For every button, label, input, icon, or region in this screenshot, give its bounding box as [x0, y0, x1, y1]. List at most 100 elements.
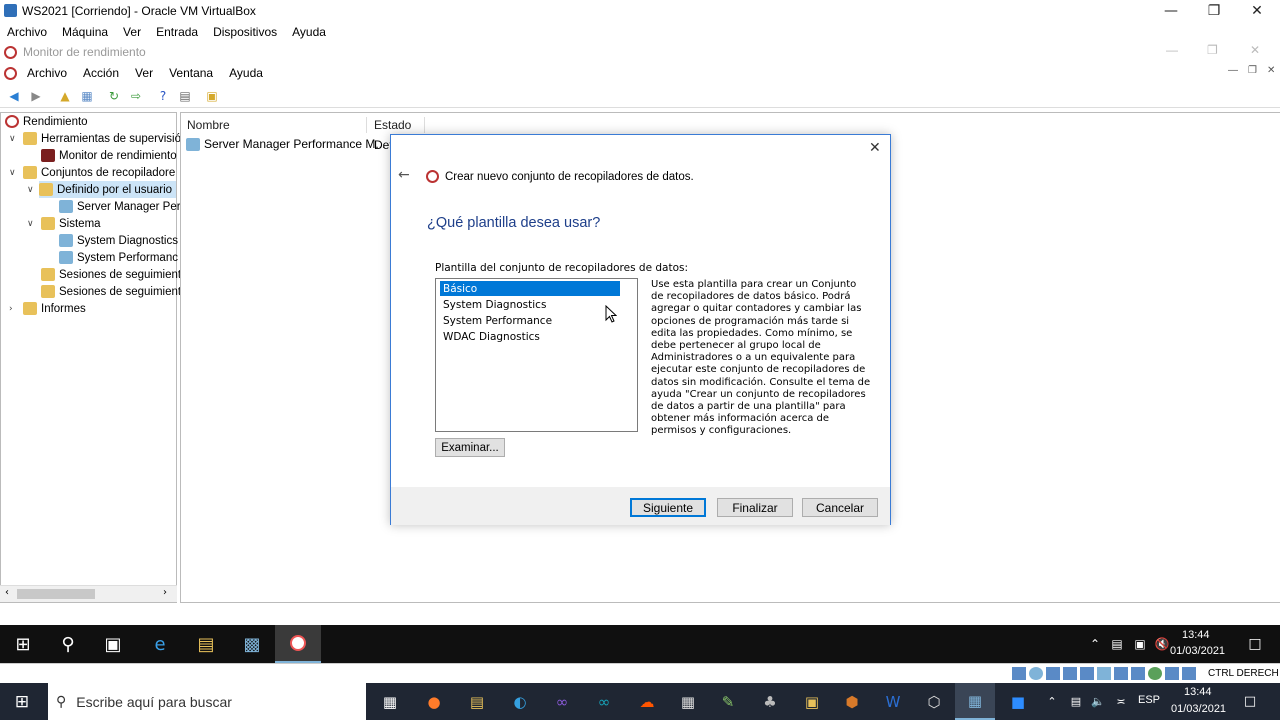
list-item[interactable]: System Diagnostics [440, 297, 549, 312]
app-icon[interactable]: ⬢ [832, 683, 872, 720]
tree-item-herramientas[interactable]: Herramientas de supervisió [23, 130, 181, 147]
close-icon[interactable]: ✕ [1234, 0, 1280, 22]
tree-item-monitor[interactable]: Monitor de rendimiento [41, 147, 177, 164]
refresh-icon[interactable]: ↻ [104, 87, 124, 105]
tree-item-system-performance[interactable]: System Performanc [59, 249, 178, 266]
app-icon[interactable]: ▣ [792, 683, 832, 720]
app-icon[interactable]: ▦ [668, 683, 708, 720]
back-icon[interactable]: ← [398, 167, 410, 183]
mdi-restore-icon[interactable]: ❐ [1248, 65, 1257, 76]
start-icon[interactable]: ⊞ [0, 625, 46, 663]
restore-icon[interactable]: ❐ [1191, 0, 1237, 22]
column-header-nombre[interactable]: Nombre [187, 118, 230, 132]
menu-dispositivos[interactable]: Dispositivos [206, 25, 285, 39]
task-view-icon[interactable]: ▦ [370, 683, 410, 720]
search-icon[interactable]: ⚲ [45, 625, 91, 663]
tree-item-conjuntos[interactable]: Conjuntos de recopiladore [23, 164, 175, 181]
list-item[interactable]: WDAC Diagnostics [440, 329, 543, 344]
optical-icon[interactable] [1029, 667, 1043, 680]
menu-archivo[interactable]: Archivo [0, 25, 55, 39]
new-window-icon[interactable]: ▣ [202, 87, 222, 105]
tree-item-sesiones-2[interactable]: Sesiones de seguimient [41, 283, 181, 300]
mdi-close-icon[interactable]: ✕ [1267, 65, 1275, 76]
hdd-icon[interactable] [1012, 667, 1026, 680]
network-icon[interactable] [1063, 667, 1077, 680]
language-indicator[interactable]: ESP [1138, 694, 1160, 706]
scroll-left-icon[interactable]: ‹ [5, 587, 9, 598]
tree-item-definido-usuario[interactable]: Definido por el usuario [39, 181, 176, 198]
mmc-menu-ayuda[interactable]: Ayuda [221, 66, 271, 80]
vm-clock-date[interactable]: 01/03/2021 [1170, 645, 1225, 657]
properties-icon[interactable]: ▤ [175, 87, 195, 105]
collapse-icon[interactable]: ∨ [9, 134, 16, 144]
perfmon-taskbar-icon[interactable] [275, 625, 321, 663]
tree-item-rendimiento[interactable]: Rendimiento [5, 113, 88, 130]
wifi-icon[interactable]: ≍ [1101, 683, 1141, 720]
collapse-icon[interactable]: ∨ [27, 219, 34, 229]
mmc-restore-icon[interactable]: ❐ [1207, 43, 1218, 57]
cancel-button[interactable]: Cancelar [802, 498, 878, 517]
host-clock-time[interactable]: 13:44 [1184, 686, 1212, 698]
mmc-menu-accion[interactable]: Acción [75, 66, 127, 80]
tree-item-system-diagnostics[interactable]: System Diagnostics [59, 232, 178, 249]
help-icon[interactable]: ? [153, 87, 173, 105]
dialog-close-icon[interactable]: ✕ [869, 140, 881, 156]
collapse-icon[interactable]: ∨ [9, 168, 16, 178]
audio-icon[interactable] [1046, 667, 1060, 680]
template-listbox[interactable]: Básico System Diagnostics System Perform… [435, 278, 638, 432]
search-box[interactable]: ⚲ Escribe aquí para buscar [48, 683, 366, 720]
menu-ver[interactable]: Ver [116, 25, 149, 39]
ie-icon[interactable]: e [137, 625, 183, 663]
visual-studio-icon[interactable]: ∞ [542, 683, 582, 720]
notification-icon[interactable]: □ [1232, 625, 1278, 663]
scroll-right-icon[interactable]: › [163, 587, 167, 598]
vt-x-icon[interactable] [1148, 667, 1162, 680]
edge-icon[interactable]: ◐ [500, 683, 540, 720]
minimize-icon[interactable]: — [1148, 0, 1194, 22]
word-icon[interactable]: W [873, 683, 913, 720]
menu-ayuda[interactable]: Ayuda [285, 25, 334, 39]
tree-item-sesiones-1[interactable]: Sesiones de seguimient [41, 266, 181, 283]
tree-item-informes[interactable]: Informes [23, 300, 86, 317]
collapse-icon[interactable]: ∨ [27, 185, 34, 195]
column-header-estado[interactable]: Estado [374, 118, 411, 132]
browse-button[interactable]: Examinar... [435, 438, 505, 457]
list-item[interactable]: Básico [439, 280, 621, 297]
volume-muted-icon[interactable]: 🔇 [1139, 625, 1185, 663]
mmc-close-icon[interactable]: ✕ [1250, 43, 1260, 57]
recording-icon[interactable] [1131, 667, 1145, 680]
notification-icon[interactable]: □ [1230, 683, 1270, 720]
file-explorer-icon[interactable]: ▤ [183, 625, 229, 663]
display-icon[interactable] [1114, 667, 1128, 680]
virtualbox-taskbar-icon[interactable]: ▦ [955, 683, 995, 720]
notepad-icon[interactable]: ✎ [708, 683, 748, 720]
task-view-icon[interactable]: ▣ [90, 625, 136, 663]
mouse-integration-icon[interactable] [1165, 667, 1179, 680]
mdi-minimize-icon[interactable]: — [1228, 65, 1238, 76]
scroll-thumb[interactable] [17, 589, 95, 599]
keyboard-icon[interactable] [1182, 667, 1196, 680]
vm-clock-time[interactable]: 13:44 [1182, 629, 1210, 641]
expand-icon[interactable]: › [9, 304, 13, 314]
export-list-icon[interactable]: ⇨ [126, 87, 146, 105]
back-arrow-icon[interactable]: ◀ [4, 87, 24, 105]
file-explorer-icon[interactable]: ▤ [457, 683, 497, 720]
mmc-minimize-icon[interactable]: — [1166, 43, 1178, 57]
menu-maquina[interactable]: Máquina [55, 25, 116, 39]
shared-folders-icon[interactable] [1097, 667, 1111, 680]
app-icon[interactable]: ⬡ [914, 683, 954, 720]
tree-item-server-manager[interactable]: Server Manager Per [59, 198, 181, 215]
app-icon[interactable]: ♣ [750, 683, 790, 720]
arduino-icon[interactable]: ∞ [584, 683, 624, 720]
show-hide-tree-icon[interactable]: ▦ [77, 87, 97, 105]
firefox-icon[interactable]: ● [414, 683, 454, 720]
up-folder-icon[interactable]: ▲ [55, 87, 75, 105]
tree-item-sistema[interactable]: Sistema [41, 215, 101, 232]
finish-button[interactable]: Finalizar [717, 498, 793, 517]
mmc-menu-ver[interactable]: Ver [127, 66, 161, 80]
windows-start-icon[interactable]: ⊞ [2, 683, 42, 720]
host-clock-date[interactable]: 01/03/2021 [1171, 703, 1226, 715]
mmc-menu-ventana[interactable]: Ventana [161, 66, 221, 80]
list-item[interactable]: System Performance [440, 313, 555, 328]
table-row[interactable]: Server Manager Performance M... [186, 137, 385, 151]
